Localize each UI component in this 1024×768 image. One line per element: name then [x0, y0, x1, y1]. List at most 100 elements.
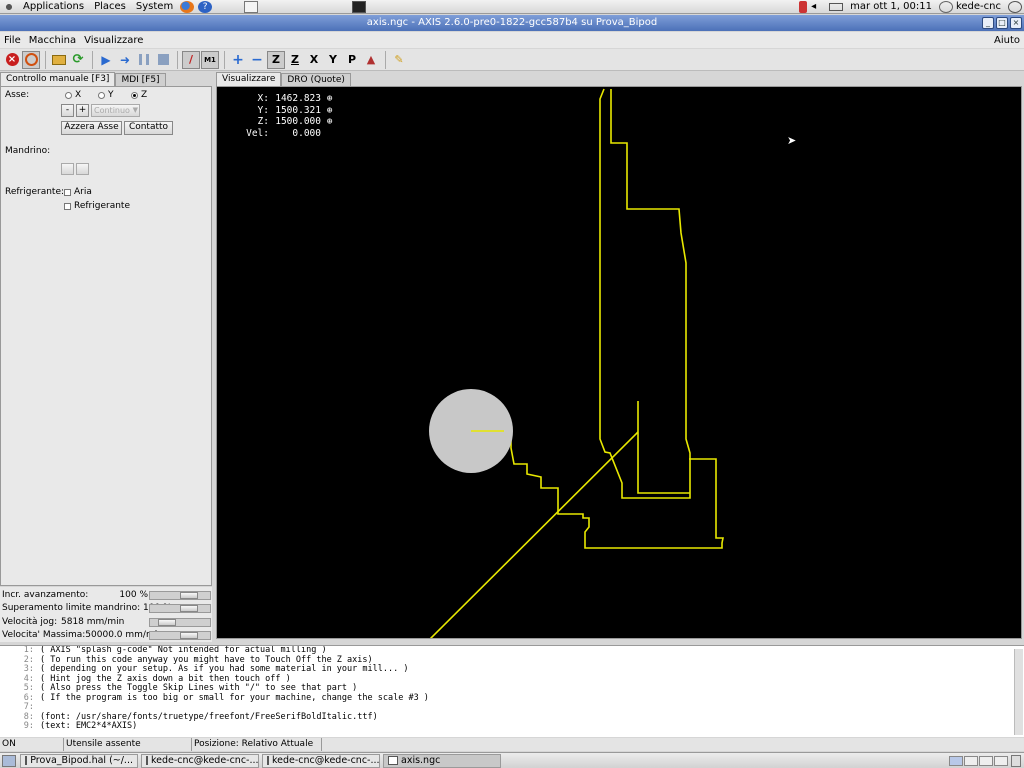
jog-plus-button[interactable]: + [76, 104, 89, 117]
trash-icon[interactable] [1011, 754, 1021, 767]
window-icon [25, 756, 28, 765]
user-name[interactable]: kede-cnc [955, 1, 1006, 12]
view-z2-label: Z [291, 53, 299, 66]
jog-increment-select[interactable]: Continuo ▼ [91, 104, 140, 117]
system-monitor-icon[interactable] [352, 0, 367, 13]
max-velocity-slider[interactable] [149, 631, 211, 640]
tab-preview[interactable]: Visualizzare [216, 72, 282, 86]
view-x-icon[interactable]: X [305, 51, 323, 69]
show-desktop-icon[interactable] [2, 754, 16, 767]
menu-applications[interactable]: Applications [18, 1, 89, 12]
view-x-label: X [309, 53, 319, 66]
gcode-line[interactable]: 6:( If the program is too big or small f… [0, 693, 1024, 704]
tab-mdi[interactable]: MDI [F5] [115, 73, 166, 86]
step-icon[interactable]: ➜ [116, 51, 134, 69]
dro-axis-value: 1500.000 [275, 116, 321, 127]
gcode-line[interactable]: 8: (font: /usr/share/fonts/truetype/freef… [0, 712, 1024, 723]
toolpath-preview[interactable]: X: 1462.823 ⊕ Y: 1500.321 ⊕ Z: 1500.000 ⊕ Vel:… [216, 86, 1022, 639]
optional-stop-icon[interactable]: M1 [201, 50, 219, 69]
homed-icon: ⊕ [321, 116, 333, 127]
gcode-scrollbar[interactable] [1014, 649, 1023, 735]
menu-visualizzare[interactable]: Visualizzare [84, 35, 143, 46]
mouse-cursor-icon: ➤ [787, 134, 797, 147]
clear-backplot-icon[interactable]: ✎ [390, 51, 408, 69]
view-p-label: P [347, 53, 357, 66]
spindle-minus-button[interactable] [61, 163, 74, 175]
menu-macchina[interactable]: Macchina [29, 35, 76, 46]
gcode-listing[interactable]: 1:( AXIS "splash g-code" Not intended fo… [0, 645, 1024, 737]
estop-icon[interactable]: × [3, 51, 21, 69]
axis-z-label: Z [141, 90, 148, 100]
view-p-icon[interactable]: P [343, 51, 361, 69]
task-hal[interactable]: Prova_Bipod.hal (~/... [20, 753, 138, 768]
status-machine: ON [0, 738, 64, 751]
open-file-icon[interactable] [50, 51, 68, 69]
menu-places[interactable]: Places [89, 1, 131, 12]
firefox-icon[interactable] [180, 0, 195, 13]
volume-icon[interactable]: ◂ [811, 1, 825, 13]
task-terminal-1[interactable]: kede-cnc@kede-cnc-... [141, 753, 259, 768]
feed-override-label: Incr. avanzamento: [2, 590, 89, 600]
mist-label: Aria [74, 187, 92, 197]
slider-thumb[interactable] [180, 605, 198, 612]
network-icon[interactable] [799, 0, 808, 13]
gnome-foot-icon[interactable] [2, 0, 16, 13]
workspace-2[interactable] [964, 755, 978, 766]
jog-minus-button[interactable]: - [61, 104, 74, 117]
power-icon[interactable] [22, 50, 40, 69]
flood-checkbox[interactable] [64, 203, 71, 210]
stop-icon[interactable] [154, 51, 172, 69]
workspace-1[interactable] [949, 755, 963, 766]
window-titlebar[interactable]: axis.ngc - AXIS 2.6.0-pre0-1822-gcc587b4… [0, 15, 1024, 31]
close-icon[interactable]: × [1010, 17, 1022, 29]
tab-manual-control[interactable]: Controllo manuale [F3] [0, 72, 116, 86]
mist-checkbox[interactable] [64, 189, 71, 196]
run-icon[interactable]: ▶ [97, 51, 115, 69]
shutdown-icon[interactable] [1008, 0, 1022, 13]
slider-thumb[interactable] [180, 592, 198, 599]
spindle-plus-button[interactable] [76, 163, 89, 175]
slider-thumb[interactable] [180, 632, 198, 639]
axis-z-radio[interactable] [131, 92, 138, 99]
maximize-icon[interactable]: □ [996, 17, 1008, 29]
view-y-icon[interactable]: Y [324, 51, 342, 69]
feed-override-slider[interactable] [149, 591, 211, 600]
tab-dro[interactable]: DRO (Quote) [281, 73, 351, 86]
block-delete-icon[interactable]: / [182, 50, 200, 69]
touch-off-button[interactable]: Contatto [124, 121, 173, 135]
gcode-line-text: ( Hint jog the Z axis down a bit then to… [40, 673, 291, 684]
zoom-in-icon[interactable]: + [229, 51, 247, 69]
left-tabbar: Controllo manuale [F3] MDI [F5] [0, 72, 213, 86]
zero-axis-button[interactable]: Azzera Asse [61, 121, 122, 135]
task-terminal-2[interactable]: kede-cnc@kede-cnc-... [262, 753, 380, 768]
zoom-out-icon[interactable]: − [248, 51, 266, 69]
pause-icon[interactable] [135, 51, 153, 69]
menu-aiuto[interactable]: Aiuto [994, 35, 1020, 46]
clock[interactable]: mar ott 1, 00:11 [845, 1, 937, 12]
reload-icon[interactable]: ⟳ [69, 51, 87, 69]
help-icon[interactable]: ? [198, 0, 213, 13]
max-velocity-row: Velocita' Massima:50000.0 mm/min [0, 629, 212, 642]
axis-x-radio[interactable] [65, 92, 72, 99]
text-editor-icon[interactable] [244, 0, 259, 13]
toolpath-lines [429, 88, 724, 638]
view-z2-icon[interactable]: Z [286, 51, 304, 69]
menu-system[interactable]: System [131, 1, 178, 12]
status-tool: Utensile assente [64, 738, 192, 751]
slider-thumb[interactable] [158, 619, 176, 626]
jog-speed-slider[interactable] [149, 618, 211, 627]
jog-speed-row: Velocità jog: 5818 mm/min [0, 616, 212, 629]
gcode-line[interactable]: 9: (text: EMC2*4*AXIS) [0, 721, 1024, 732]
task-axis[interactable]: axis.ngc [383, 753, 501, 768]
rotate-icon[interactable]: ▲ [362, 51, 380, 69]
spindle-override-slider[interactable] [149, 604, 211, 613]
homed-icon: ⊕ [321, 93, 333, 104]
minimize-icon[interactable]: _ [982, 17, 994, 29]
axis-y-radio[interactable] [98, 92, 105, 99]
view-z-icon[interactable]: Z [267, 50, 285, 69]
jog-speed-label: Velocità jog: [2, 617, 58, 627]
workspace-3[interactable] [979, 755, 993, 766]
workspace-4[interactable] [994, 755, 1008, 766]
menu-file[interactable]: File [4, 35, 21, 46]
mail-icon[interactable] [829, 2, 844, 11]
